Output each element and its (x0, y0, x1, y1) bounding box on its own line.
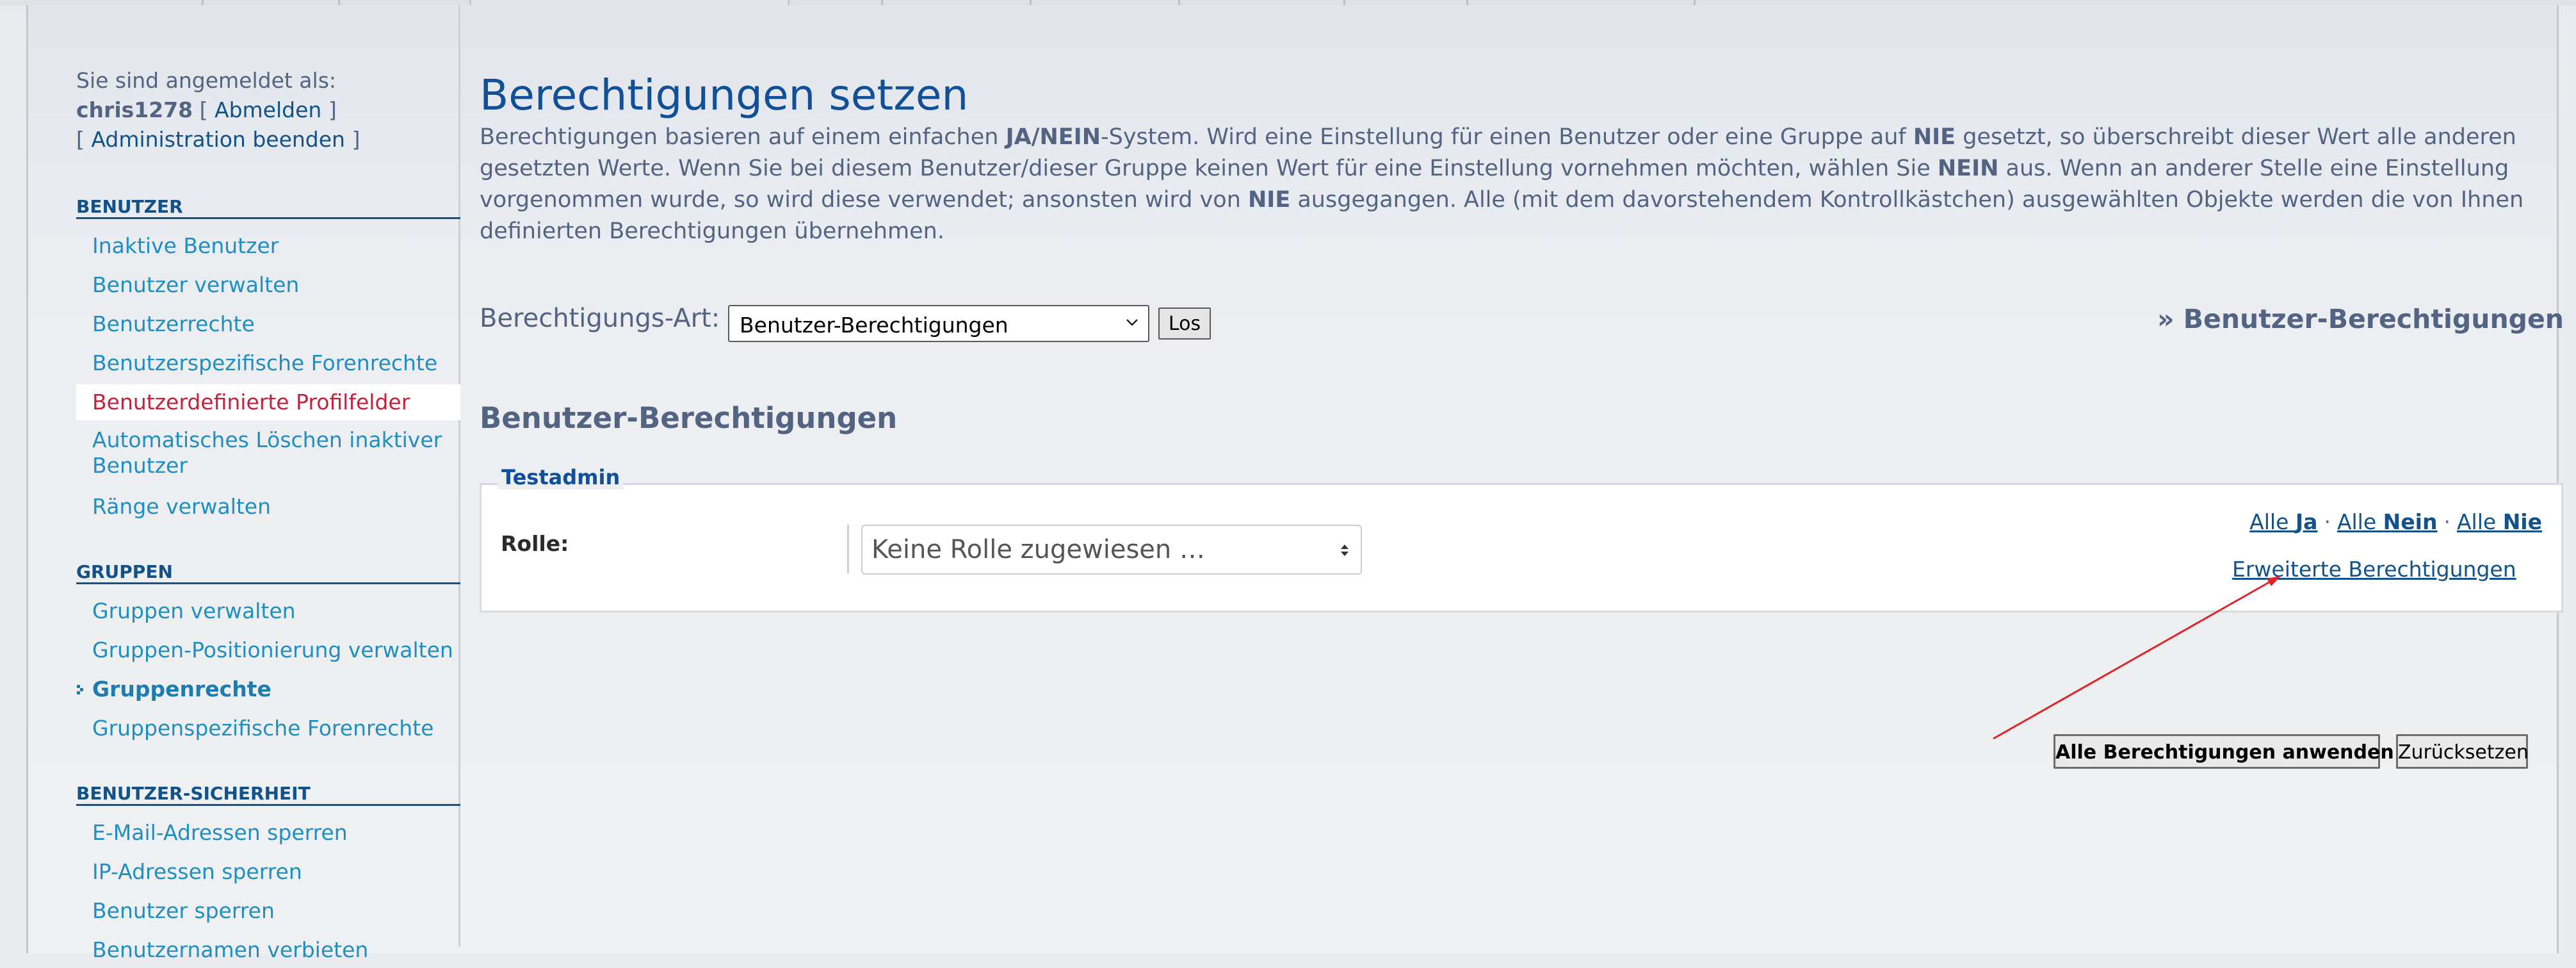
bracket-open: [ (199, 97, 208, 122)
username: chris1278 (76, 97, 193, 122)
menu-heading-groups: GRUPPEN (76, 560, 460, 584)
tab-separator (1694, 0, 1696, 5)
intro-text: Berechtigungen basieren auf einem einfac… (480, 124, 2524, 244)
chevron-down-icon (1126, 319, 1138, 326)
bracket-close: ] (328, 97, 337, 122)
sidebar-item-inactive-users[interactable]: Inaktive Benutzer (76, 228, 460, 264)
logged-in-label: Sie sind angemeldet als: (76, 68, 337, 93)
sidebar-item-manage-users[interactable]: Benutzer verwalten (76, 267, 460, 303)
bullet-icon (77, 685, 83, 694)
advanced-permissions-link[interactable]: Erweiterte Berechtigungen (2232, 557, 2516, 582)
role-select[interactable]: Keine Rolle zugewiesen … (861, 525, 1362, 575)
menu-heading-user-security: BENUTZER-SICHERHEIT (76, 782, 460, 806)
sidebar-item-group-forum-permissions[interactable]: Gruppenspezifische Forenrechte (76, 710, 460, 746)
quick-set-links: Alle Ja · Alle Nein · Alle Nie (2249, 509, 2542, 534)
sidebar-item-manage-groups[interactable]: Gruppen verwalten (76, 593, 460, 629)
content-panel: Sie sind angemeldet als: chris1278 [ Abm… (26, 5, 2564, 962)
tab-separator (1030, 0, 1032, 5)
page: Sie sind angemeldet als: chris1278 [ Abm… (0, 0, 2576, 962)
separator: · (2443, 509, 2450, 534)
sidebar-item-ban-ips[interactable]: IP-Adressen sperren (76, 854, 460, 890)
role-label: Rolle: (501, 531, 569, 556)
sidebar-item-user-permissions[interactable]: Benutzerrechte (76, 306, 460, 342)
tab-separator (202, 0, 204, 5)
section-title: Benutzer-Berechtigungen (480, 401, 898, 435)
login-status: chris1278 [ Abmelden ] (76, 97, 337, 122)
apply-all-permissions-button[interactable]: Alle Berechtigungen anwenden (2054, 734, 2394, 769)
permission-fieldset: Rolle: Keine Rolle zugewiesen … Alle Ja ·… (480, 483, 2563, 612)
main-content: Berechtigungen setzen Berechtigungen bas… (480, 5, 2564, 947)
sidebar-item-custom-profile-fields[interactable]: Benutzerdefinierte Profilfelder (76, 384, 460, 420)
sidebar-item-group-positions[interactable]: Gruppen-Positionierung verwalten (76, 632, 460, 668)
permission-type-select[interactable]: Benutzer-Berechtigungen (728, 305, 1149, 342)
logout-link[interactable]: Abmelden (215, 97, 321, 122)
end-admin-link[interactable]: Administration beenden (91, 127, 345, 152)
permission-type-label: Berechtigungs-Art: (480, 304, 720, 333)
sidebar-item-manage-ranks[interactable]: Ränge verwalten (76, 489, 460, 525)
all-no-link[interactable]: Alle Nein (2337, 509, 2438, 534)
tab-separator (338, 0, 340, 5)
tab-separator (1466, 0, 1468, 5)
updown-arrows-icon (1341, 545, 1349, 556)
breadcrumb: » Benutzer-Berechtigungen (2157, 304, 2564, 334)
sidebar-item-disallow-usernames[interactable]: Benutzernamen verbieten (76, 932, 460, 968)
role-select-value: Keine Rolle zugewiesen … (871, 535, 1205, 564)
menu-heading-users: BENUTZER (76, 195, 460, 219)
fieldset-legend: Testadmin (498, 465, 624, 489)
bracket-open: [ (76, 127, 85, 152)
page-title: Berechtigungen setzen (480, 70, 969, 120)
separator: · (2324, 509, 2331, 534)
go-button[interactable]: Los (1158, 308, 1211, 340)
admin-end-line: [ Administration beenden ] (76, 127, 360, 152)
sidebar: Sie sind angemeldet als: chris1278 [ Abm… (76, 5, 460, 962)
reset-button[interactable]: Zurücksetzen (2396, 734, 2529, 769)
sidebar-item-ban-users[interactable]: Benutzer sperren (76, 893, 460, 929)
all-yes-link[interactable]: Alle Ja (2249, 509, 2317, 534)
sidebar-item-ban-emails[interactable]: E-Mail-Adressen sperren (76, 815, 460, 851)
tab-separator (1178, 0, 1180, 5)
sidebar-item-prune-inactive-users[interactable]: Automatisches Löschen inaktiver Benutzer (76, 423, 460, 485)
sidebar-item-label: Gruppenrechte (92, 677, 271, 701)
tab-separator (881, 0, 883, 5)
bracket-close: ] (352, 127, 360, 152)
tab-separator (1343, 0, 1345, 5)
all-never-link[interactable]: Alle Nie (2457, 509, 2542, 534)
sidebar-item-user-forum-permissions[interactable]: Benutzerspezifische Forenrechte (76, 345, 460, 381)
role-divider (847, 525, 849, 573)
permission-type-value: Benutzer-Berechtigungen (740, 313, 1009, 338)
sidebar-item-group-permissions[interactable]: Gruppenrechte (76, 671, 460, 707)
